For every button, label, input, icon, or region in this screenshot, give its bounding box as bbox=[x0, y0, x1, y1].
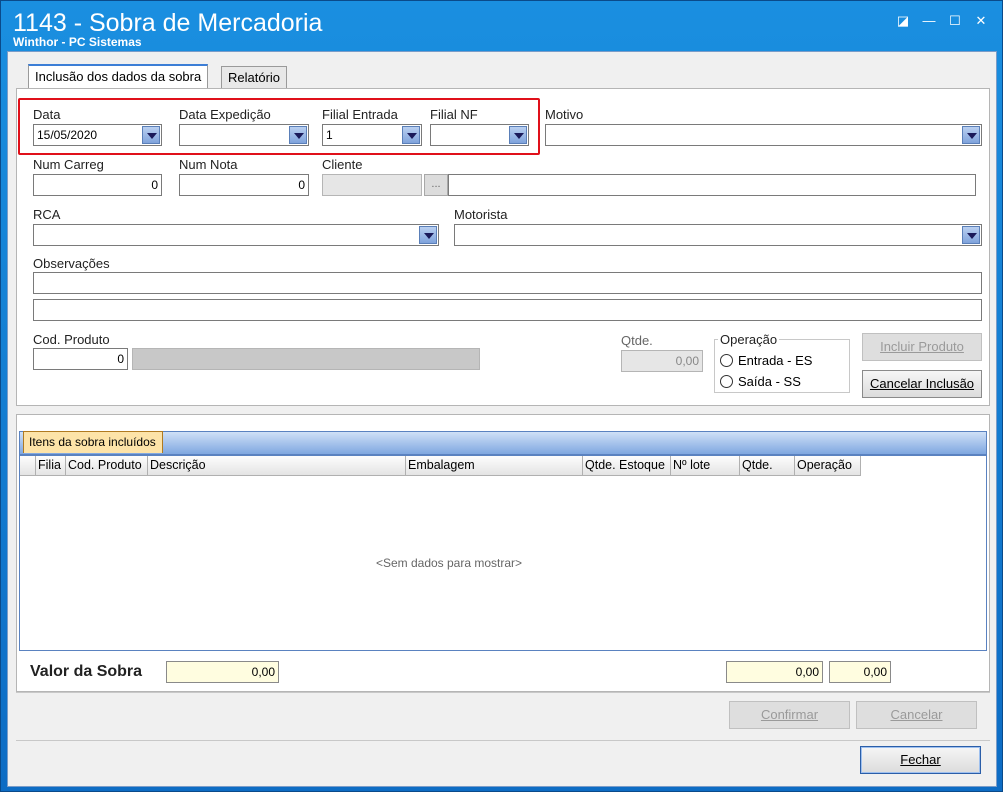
motorista-combo[interactable] bbox=[454, 224, 982, 246]
observacoes-line1[interactable] bbox=[33, 272, 982, 294]
restore-icon[interactable]: ◪ bbox=[893, 13, 913, 29]
tab-relatorio[interactable]: Relatório bbox=[221, 66, 288, 88]
tab-inclusao[interactable]: Inclusão dos dados da sobra bbox=[28, 64, 209, 88]
tab-itens-sobra[interactable]: Itens da sobra incluídos bbox=[23, 431, 163, 453]
radio-entrada-label: Entrada - ES bbox=[738, 353, 813, 368]
grid-col-operacao[interactable]: Operação bbox=[795, 456, 861, 476]
data-expedicao-label: Data Expedição bbox=[179, 107, 271, 122]
close-icon[interactable]: ✕ bbox=[971, 13, 991, 29]
cancelar-inclusao-button[interactable]: Cancelar Inclusão bbox=[862, 370, 982, 398]
radio-entrada-circle[interactable] bbox=[720, 354, 733, 367]
grid-col-lote[interactable]: Nº lote bbox=[671, 456, 740, 476]
chevron-down-icon[interactable] bbox=[289, 126, 307, 144]
filial-nf-label: Filial NF bbox=[430, 107, 478, 122]
cod-produto-input[interactable]: 0 bbox=[33, 348, 128, 370]
filial-nf-combo[interactable] bbox=[430, 124, 529, 146]
inclusao-panel: Data 15/05/2020 Data Expedição Filial En… bbox=[16, 88, 990, 406]
radio-entrada[interactable]: Entrada - ES bbox=[720, 353, 812, 368]
grid-col-qtde-estoque[interactable]: Qtde. Estoque bbox=[583, 456, 671, 476]
cod-produto-label: Cod. Produto bbox=[33, 332, 110, 347]
produto-description-field bbox=[132, 348, 480, 370]
radio-saida-circle[interactable] bbox=[720, 375, 733, 388]
total2-field: 0,00 bbox=[829, 661, 891, 683]
window-subtitle: Winthor - PC Sistemas bbox=[13, 35, 142, 49]
data-value: 15/05/2020 bbox=[37, 128, 98, 142]
data-expedicao-combo[interactable] bbox=[179, 124, 309, 146]
cliente-code-input[interactable] bbox=[322, 174, 422, 196]
filial-entrada-value: 1 bbox=[326, 128, 333, 142]
title-bar: 1143 - Sobra de Mercadoria Winthor - PC … bbox=[1, 1, 1003, 51]
cliente-label: Cliente bbox=[322, 157, 363, 172]
motorista-label: Motorista bbox=[454, 207, 508, 222]
chevron-down-icon[interactable] bbox=[419, 226, 437, 244]
operacao-label: Operação bbox=[718, 332, 780, 347]
filial-entrada-label: Filial Entrada bbox=[322, 107, 398, 122]
observacoes-label: Observações bbox=[33, 256, 110, 271]
observacoes-line2[interactable] bbox=[33, 299, 982, 321]
filial-entrada-combo[interactable]: 1 bbox=[322, 124, 422, 146]
valor-sobra-label: Valor da Sobra bbox=[30, 663, 143, 680]
items-grid[interactable]: Filia Cod. Produto Descrição Embalagem Q… bbox=[19, 455, 987, 651]
grid-col-cod-produto[interactable]: Cod. Produto bbox=[66, 456, 148, 476]
grid-empty-message: <Sem dados para mostrar> bbox=[375, 556, 523, 570]
num-carreg-input[interactable]: 0 bbox=[33, 174, 162, 196]
items-panel: Itens da sobra incluídos Filia Cod. Prod… bbox=[16, 414, 990, 692]
rca-label: RCA bbox=[33, 207, 61, 222]
divider bbox=[16, 692, 990, 693]
cliente-search-button[interactable]: ... bbox=[424, 174, 448, 196]
num-nota-input[interactable]: 0 bbox=[179, 174, 309, 196]
app-window: 1143 - Sobra de Mercadoria Winthor - PC … bbox=[0, 0, 1003, 792]
radio-saida-label: Saída - SS bbox=[738, 374, 801, 389]
qtde-label: Qtde. bbox=[621, 333, 653, 348]
grid-col-embalagem[interactable]: Embalagem bbox=[406, 456, 583, 476]
chevron-down-icon[interactable] bbox=[509, 126, 527, 144]
client-area: Inclusão dos dados da sobra Relatório Da… bbox=[7, 51, 997, 787]
chevron-down-icon[interactable] bbox=[962, 126, 980, 144]
qtde-input[interactable]: 0,00 bbox=[621, 350, 703, 372]
grid-col-indicator bbox=[20, 456, 36, 476]
confirmar-button[interactable]: Confirmar bbox=[729, 701, 850, 729]
minimize-icon[interactable]: — bbox=[919, 13, 939, 29]
grid-col-qtde[interactable]: Qtde. bbox=[740, 456, 795, 476]
cancelar-button[interactable]: Cancelar bbox=[856, 701, 977, 729]
chevron-down-icon[interactable] bbox=[142, 126, 160, 144]
motivo-combo[interactable] bbox=[545, 124, 982, 146]
window-title: 1143 - Sobra de Mercadoria bbox=[13, 9, 323, 37]
radio-saida[interactable]: Saída - SS bbox=[720, 374, 801, 389]
valor-sobra-field: 0,00 bbox=[166, 661, 279, 683]
data-combo[interactable]: 15/05/2020 bbox=[33, 124, 162, 146]
chevron-down-icon[interactable] bbox=[962, 226, 980, 244]
total1-field: 0,00 bbox=[726, 661, 823, 683]
grid-col-filial[interactable]: Filia bbox=[36, 456, 66, 476]
motivo-label: Motivo bbox=[545, 107, 584, 122]
cliente-name-field bbox=[448, 174, 976, 196]
maximize-icon[interactable]: ☐ bbox=[945, 13, 965, 29]
divider bbox=[16, 740, 990, 741]
num-nota-label: Num Nota bbox=[179, 157, 238, 172]
chevron-down-icon[interactable] bbox=[402, 126, 420, 144]
incluir-produto-button[interactable]: Incluir Produto bbox=[862, 333, 982, 361]
items-tab-strip bbox=[19, 431, 987, 455]
fechar-button[interactable]: Fechar bbox=[860, 746, 981, 774]
num-carreg-label: Num Carreg bbox=[33, 157, 104, 172]
grid-col-descricao[interactable]: Descrição bbox=[148, 456, 406, 476]
data-label: Data bbox=[33, 107, 61, 122]
rca-combo[interactable] bbox=[33, 224, 439, 246]
